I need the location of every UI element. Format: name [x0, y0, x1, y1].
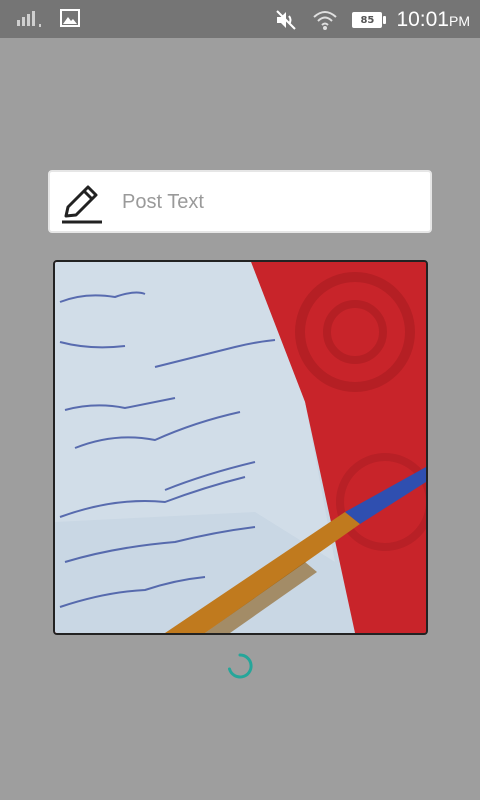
clock-time: 10:01: [396, 8, 449, 31]
mute-icon: [276, 10, 297, 30]
pencil-icon: [62, 185, 102, 224]
signal-icon: [17, 11, 41, 27]
status-bar: 85 10:01PM: [0, 0, 480, 38]
post-text-field[interactable]: [48, 170, 432, 233]
selected-photo: [53, 260, 428, 635]
battery-icon: 85: [352, 12, 387, 28]
photo-content: [55, 262, 426, 633]
wifi-icon: [313, 11, 338, 30]
gallery-icon: [60, 9, 80, 27]
loading-spinner: [228, 653, 253, 679]
clock: 10:01PM: [396, 8, 470, 32]
clock-ampm: PM: [449, 13, 470, 29]
battery-level: 85: [360, 14, 375, 26]
post-text-input[interactable]: [122, 182, 422, 222]
